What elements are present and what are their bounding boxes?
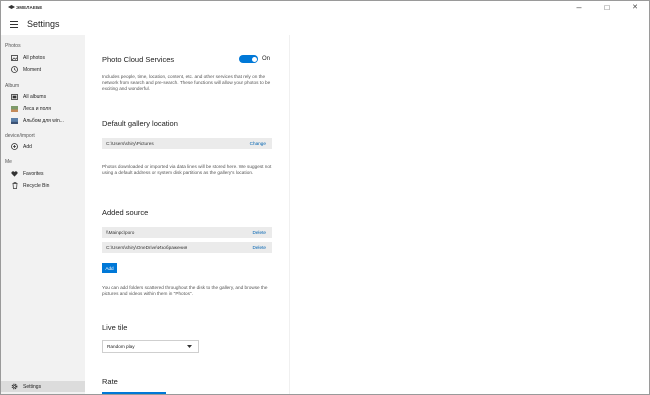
sidebar: Photos All photos Moment Album All album… <box>1 35 85 394</box>
album-thumb-icon <box>11 117 18 124</box>
live-tile-select[interactable]: Random play <box>102 340 199 353</box>
sidebar-item-favorites[interactable]: Favorites <box>1 168 85 179</box>
add-source-button[interactable]: Add <box>102 263 117 273</box>
logo-mark-icon <box>8 5 15 9</box>
app-header: Settings <box>1 13 649 35</box>
cloud-services-heading: Photo Cloud Services <box>102 55 175 64</box>
add-icon <box>11 143 18 150</box>
added-source-description: You can add folders scattered throughout… <box>102 285 268 296</box>
added-source-heading: Added source <box>102 208 149 217</box>
maximize-button[interactable]: □ <box>593 1 621 13</box>
source-row: C:\Users\shiry\OneDrive\Изображения Dele… <box>102 242 272 253</box>
sidebar-section-me: Me <box>5 159 12 165</box>
close-button[interactable]: ✕ <box>621 1 649 13</box>
album-thumb-icon <box>11 105 18 112</box>
panel-divider <box>289 35 290 394</box>
trash-icon <box>11 182 18 189</box>
minimize-button[interactable]: – <box>565 1 593 13</box>
source-row: \\Mainpc\porо Delete <box>102 227 272 238</box>
sidebar-section-album: Album <box>5 83 20 89</box>
sidebar-item-album-lesa[interactable]: Леса и поля <box>1 103 85 114</box>
photo-icon <box>11 54 18 61</box>
sidebar-item-moment[interactable]: Moment <box>1 64 85 75</box>
album-icon <box>11 93 18 100</box>
cloud-services-description: Includes people, time, location, content… <box>102 74 271 91</box>
gallery-location-heading: Default gallery location <box>102 119 178 128</box>
sidebar-item-all-albums[interactable]: All albums <box>1 91 85 102</box>
clock-icon <box>11 66 18 73</box>
source-path: \\Mainpc\porо <box>106 230 135 235</box>
source-path: C:\Users\shiry\OneDrive\Изображения <box>106 245 188 250</box>
sidebar-item-album-win[interactable]: Альбом для win... <box>1 115 85 126</box>
cloud-services-toggle-label: On <box>262 56 271 62</box>
delete-source-button[interactable]: Delete <box>252 230 266 235</box>
gallery-location-description: Photos downloaded or imported via data l… <box>102 164 272 175</box>
rate-heading: Rate <box>102 377 118 386</box>
sidebar-item-all-photos[interactable]: All photos <box>1 52 85 63</box>
sidebar-item-settings[interactable]: Settings <box>1 381 85 392</box>
sidebar-section-photos: Photos <box>5 43 21 49</box>
app-logo: ЭМЕЛАЕБЕ <box>8 5 42 10</box>
gallery-location-row: C:\Users\shiry\Pictures Change <box>102 138 272 149</box>
gear-icon <box>11 383 18 390</box>
live-tile-heading: Live tile <box>102 323 128 332</box>
change-location-button[interactable]: Change <box>250 141 266 146</box>
page-title: Settings <box>27 19 60 29</box>
hamburger-menu-icon[interactable] <box>10 20 18 28</box>
rate-button[interactable] <box>102 392 166 394</box>
sidebar-item-recycle-bin[interactable]: Recycle Bin <box>1 180 85 191</box>
sidebar-item-add[interactable]: Add <box>1 141 85 152</box>
settings-panel: Photo Cloud Services On Includes people,… <box>85 35 649 394</box>
chevron-down-icon <box>187 344 192 349</box>
title-bar: ЭМЕЛАЕБЕ – □ ✕ <box>1 1 649 13</box>
cloud-services-toggle[interactable] <box>239 55 258 63</box>
live-tile-selected-value: Random play <box>107 344 135 349</box>
delete-source-button[interactable]: Delete <box>252 245 266 250</box>
brand-name: ЭМЕЛАЕБЕ <box>16 4 43 10</box>
heart-icon <box>11 170 18 177</box>
gallery-location-path: C:\Users\shiry\Pictures <box>106 141 154 146</box>
sidebar-section-device-import: device/import <box>5 133 35 139</box>
